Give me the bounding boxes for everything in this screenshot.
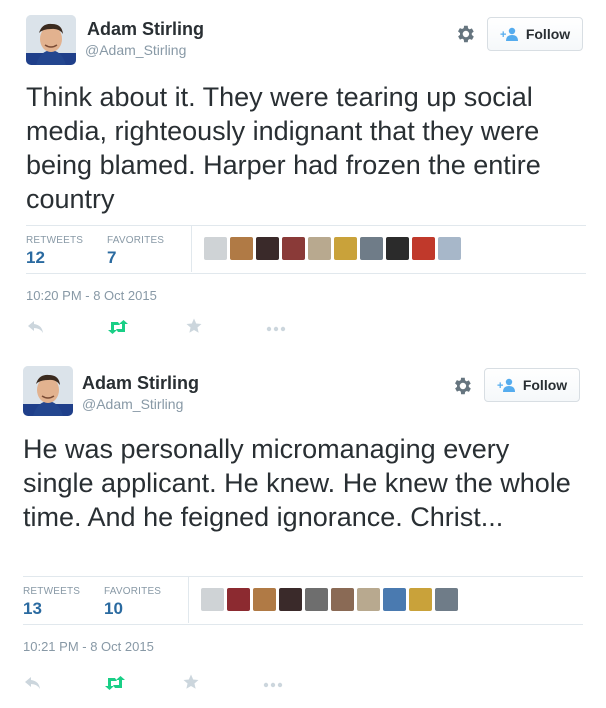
retweet-icon[interactable]	[107, 318, 128, 336]
favorite-star-icon[interactable]	[185, 317, 205, 335]
favoriter-avatar[interactable]	[383, 588, 406, 611]
divider	[23, 576, 583, 577]
retweets-count[interactable]: 12	[26, 248, 45, 268]
favoriter-avatar[interactable]	[334, 237, 357, 260]
retweets-count[interactable]: 13	[23, 599, 42, 619]
favorite-star-icon[interactable]	[182, 673, 202, 691]
favoriter-avatars	[204, 237, 461, 260]
timestamp[interactable]: 10:20 PM - 8 Oct 2015	[26, 288, 157, 303]
favoriter-avatar[interactable]	[435, 588, 458, 611]
svg-text:+: +	[497, 380, 503, 392]
retweets-label: RETWEETS	[26, 235, 84, 246]
more-dots-icon[interactable]	[266, 320, 286, 338]
favoriter-avatar[interactable]	[360, 237, 383, 260]
favoriter-avatar[interactable]	[253, 588, 276, 611]
favoriter-avatar[interactable]	[331, 588, 354, 611]
tweet-card: Adam Stirling @Adam_Stirling + Follow He…	[0, 352, 606, 708]
gear-icon[interactable]	[451, 375, 473, 397]
retweet-icon[interactable]	[104, 674, 125, 692]
favorites-label: FAVORITES	[107, 235, 165, 246]
tweet-text: He was personally micromanaging every si…	[23, 434, 571, 532]
reply-icon[interactable]	[26, 318, 46, 336]
follow-button[interactable]: + Follow	[484, 368, 580, 402]
author-handle[interactable]: @Adam_Stirling	[85, 42, 186, 58]
avatar[interactable]	[23, 366, 73, 416]
gear-icon[interactable]	[454, 23, 476, 45]
tweet-card: Adam Stirling @Adam_Stirling + Follow Th…	[0, 0, 606, 350]
divider	[191, 226, 192, 272]
favoriter-avatar[interactable]	[305, 588, 328, 611]
favoriter-avatar[interactable]	[308, 237, 331, 260]
reply-icon[interactable]	[23, 674, 43, 692]
follow-button[interactable]: + Follow	[487, 17, 583, 51]
favoriter-avatar[interactable]	[438, 237, 461, 260]
avatar[interactable]	[26, 15, 76, 65]
favorites-count[interactable]: 10	[104, 599, 123, 619]
follow-label: Follow	[525, 26, 571, 42]
follow-label: Follow	[522, 377, 568, 393]
favoriter-avatar[interactable]	[279, 588, 302, 611]
author-handle[interactable]: @Adam_Stirling	[82, 396, 183, 412]
divider	[26, 225, 586, 226]
more-dots-icon[interactable]	[263, 676, 283, 694]
favoriter-avatar[interactable]	[230, 237, 253, 260]
tweet-text: Think about it. They were tearing up soc…	[26, 82, 541, 214]
favoriter-avatar[interactable]	[282, 237, 305, 260]
divider	[23, 624, 583, 625]
favoriter-avatar[interactable]	[204, 237, 227, 260]
divider	[26, 273, 586, 274]
favorites-label: FAVORITES	[104, 586, 162, 597]
favoriter-avatar[interactable]	[357, 588, 380, 611]
favorites-count[interactable]: 7	[107, 248, 116, 268]
favoriter-avatar[interactable]	[409, 588, 432, 611]
favoriter-avatar[interactable]	[201, 588, 224, 611]
timestamp[interactable]: 10:21 PM - 8 Oct 2015	[23, 639, 154, 654]
author-name[interactable]: Adam Stirling	[87, 19, 204, 40]
follow-person-icon: +	[500, 27, 518, 41]
svg-text:+: +	[500, 29, 506, 41]
favoriter-avatar[interactable]	[256, 237, 279, 260]
follow-person-icon: +	[497, 378, 515, 392]
favoriter-avatars	[201, 588, 458, 611]
divider	[188, 577, 189, 623]
favoriter-avatar[interactable]	[412, 237, 435, 260]
favoriter-avatar[interactable]	[386, 237, 409, 260]
favoriter-avatar[interactable]	[227, 588, 250, 611]
author-name[interactable]: Adam Stirling	[82, 373, 199, 394]
retweets-label: RETWEETS	[23, 586, 81, 597]
